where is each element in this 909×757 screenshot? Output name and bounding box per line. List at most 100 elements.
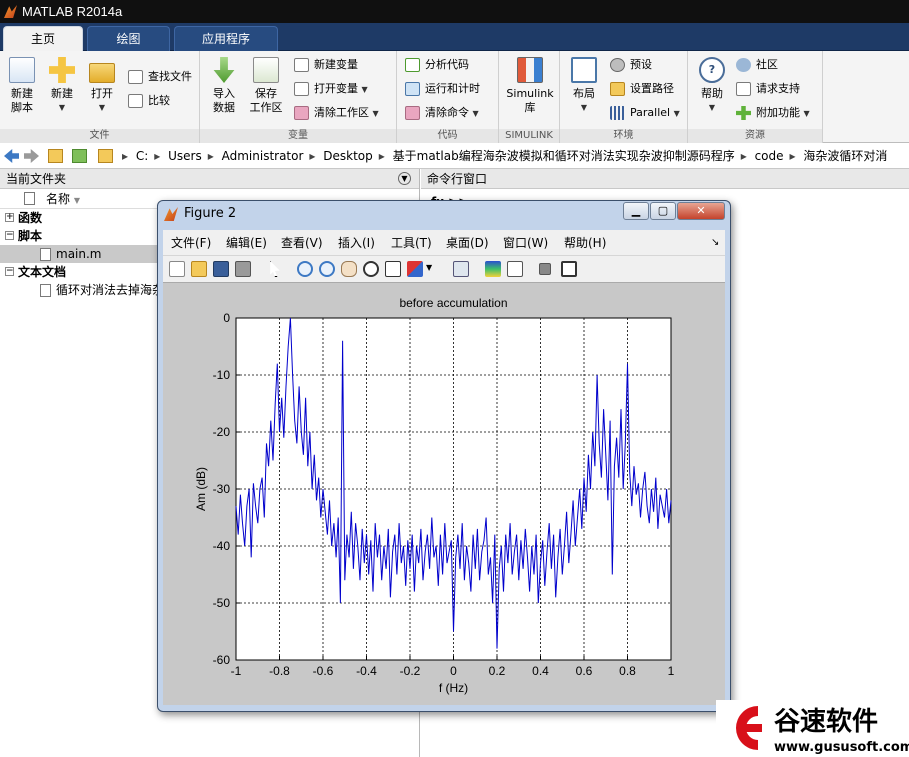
link-plot-icon[interactable] xyxy=(453,261,469,277)
environment-group: 布局 ▼ 预设 设置路径 Parallel ▼ 环境 xyxy=(560,51,688,143)
save-icon[interactable] xyxy=(213,261,229,277)
hide-plot-tools-icon[interactable] xyxy=(539,263,551,275)
text-file-icon xyxy=(40,284,51,297)
zoom-in-icon[interactable] xyxy=(297,261,313,277)
clear-workspace-icon xyxy=(294,106,309,120)
new-variable-button[interactable]: 新建变量 xyxy=(292,55,358,75)
maximize-button[interactable]: ▢ xyxy=(650,202,676,220)
compare-button[interactable]: 比较 xyxy=(126,91,170,111)
menu-insert[interactable]: 插入(I) xyxy=(338,230,375,256)
new-button[interactable]: 新建 ▼ xyxy=(40,55,84,127)
file-icon xyxy=(24,192,35,205)
menu-view[interactable]: 查看(V) xyxy=(281,230,323,256)
run-and-time-button[interactable]: 运行和计时 xyxy=(403,79,480,99)
collapse-icon[interactable]: − xyxy=(5,231,14,240)
x-tick-label: 0.2 xyxy=(489,664,506,678)
up-folder-icon[interactable] xyxy=(48,149,63,163)
print-icon[interactable] xyxy=(235,261,251,277)
x-tick-label: -1 xyxy=(231,664,242,678)
clear-commands-button[interactable]: 清除命令 ▼ xyxy=(403,103,479,123)
menu-dock-arrow-icon[interactable]: ↘ xyxy=(711,230,719,256)
zoom-out-icon[interactable] xyxy=(319,261,335,277)
new-figure-icon[interactable] xyxy=(169,261,185,277)
minimize-button[interactable]: ▁ xyxy=(623,202,649,220)
back-arrow-icon[interactable] xyxy=(4,149,19,163)
breadcrumb-item[interactable]: Desktop xyxy=(323,149,373,163)
chevron-down-icon: ▼ xyxy=(58,103,66,112)
y-tick-label: 0 xyxy=(223,311,230,325)
parallel-button[interactable]: Parallel ▼ xyxy=(608,103,680,123)
analyze-code-button[interactable]: 分析代码 xyxy=(403,55,469,75)
new-script-button[interactable]: 新建 脚本 xyxy=(0,55,44,127)
y-tick-label: -20 xyxy=(213,425,231,439)
menu-tools[interactable]: 工具(T) xyxy=(391,230,432,256)
figure-window: Figure 2 ▁ ▢ ✕ 文件(F) 编辑(E) 查看(V) 插入(I) 工… xyxy=(157,200,731,712)
simulink-library-button[interactable]: Simulink 库 xyxy=(505,55,555,127)
import-data-button[interactable]: 导入 数据 xyxy=(202,55,246,127)
x-tick-label: -0.2 xyxy=(400,664,421,678)
menu-help[interactable]: 帮助(H) xyxy=(564,230,606,256)
tab-plots[interactable]: 绘图 xyxy=(87,26,170,51)
panel-menu-icon[interactable]: ▼ xyxy=(398,172,411,185)
menu-file[interactable]: 文件(F) xyxy=(171,230,211,256)
chevron-down-icon[interactable]: ▼ xyxy=(426,263,432,272)
simulink-group-label: SIMULINK xyxy=(499,129,559,143)
add-ons-button[interactable]: 附加功能 ▼ xyxy=(734,103,810,123)
close-button[interactable]: ✕ xyxy=(677,202,725,220)
breadcrumb-item[interactable]: C: xyxy=(136,149,148,163)
rotate-3d-icon[interactable] xyxy=(363,261,379,277)
parallel-icon xyxy=(610,106,625,120)
chevron-down-icon: ▼ xyxy=(361,85,368,94)
menu-desktop[interactable]: 桌面(D) xyxy=(446,230,489,256)
layout-button[interactable]: 布局 ▼ xyxy=(562,55,606,127)
menu-edit[interactable]: 编辑(E) xyxy=(226,230,267,256)
breadcrumb-item[interactable]: 海杂波循环对消 xyxy=(803,149,887,163)
request-support-button[interactable]: 请求支持 xyxy=(734,79,800,99)
help-button[interactable]: ? 帮助 ▼ xyxy=(690,55,734,127)
tab-home[interactable]: 主页 xyxy=(3,26,83,51)
environment-group-label: 环境 xyxy=(560,129,687,143)
matlab-logo-icon xyxy=(164,207,178,221)
spectrum-plot[interactable]: -1 -0.8 -0.6 -0.4 -0.2 0 0.2 0.4 0.6 0.8 1 0 -10 -20 -… xyxy=(163,283,725,705)
y-tick-label: -10 xyxy=(213,368,231,382)
y-tick-label: -30 xyxy=(213,482,231,496)
community-button[interactable]: 社区 xyxy=(734,55,778,75)
breadcrumb-item[interactable]: Users xyxy=(168,149,202,163)
x-tick-label: -0.8 xyxy=(269,664,290,678)
x-tick-label: -0.6 xyxy=(313,664,334,678)
maximize-icon: ▢ xyxy=(657,204,669,217)
m-file-icon xyxy=(40,248,51,261)
forward-arrow-icon[interactable] xyxy=(24,149,39,163)
show-plot-tools-icon[interactable] xyxy=(561,261,577,277)
browse-folder-icon[interactable] xyxy=(72,149,87,163)
open-button[interactable]: 打开 ▼ xyxy=(80,55,124,127)
ribbon-toolstrip: 新建 脚本 新建 ▼ 打开 ▼ 查找文件 比较 文件 导入 数据 保存 工作区 … xyxy=(0,51,909,143)
folder-open-icon xyxy=(89,63,115,83)
x-axis-label: f (Hz) xyxy=(439,681,468,695)
layout-icon xyxy=(571,57,597,83)
colorbar-icon[interactable] xyxy=(485,261,501,277)
brush-icon[interactable] xyxy=(407,261,423,277)
open-variable-button[interactable]: 打开变量 ▼ xyxy=(292,79,368,99)
tab-apps[interactable]: 应用程序 xyxy=(174,26,278,51)
resources-group: ? 帮助 ▼ 社区 请求支持 附加功能 ▼ 资源 xyxy=(688,51,823,143)
expand-icon[interactable]: + xyxy=(5,213,14,222)
open-file-icon[interactable] xyxy=(191,261,207,277)
collapse-icon[interactable]: − xyxy=(5,267,14,276)
pan-hand-icon[interactable] xyxy=(341,261,357,277)
new-plus-icon xyxy=(49,57,75,83)
pointer-icon[interactable] xyxy=(270,261,280,277)
breadcrumb-item[interactable]: 基于matlab编程海杂波模拟和循环对消法实现杂波抑制源码程序 xyxy=(393,149,735,163)
data-cursor-icon[interactable] xyxy=(385,261,401,277)
breadcrumb-item[interactable]: code xyxy=(755,149,784,163)
set-path-button[interactable]: 设置路径 xyxy=(608,79,674,99)
y-tick-label: -60 xyxy=(213,653,231,667)
menu-window[interactable]: 窗口(W) xyxy=(503,230,548,256)
preferences-button[interactable]: 预设 xyxy=(608,55,652,75)
find-files-button[interactable]: 查找文件 xyxy=(126,67,192,87)
clear-workspace-button[interactable]: 清除工作区 ▼ xyxy=(292,103,379,123)
breadcrumb-item[interactable]: Administrator xyxy=(222,149,304,163)
save-workspace-button[interactable]: 保存 工作区 xyxy=(244,55,288,127)
legend-icon[interactable] xyxy=(507,261,523,277)
minimize-icon: ▁ xyxy=(631,204,641,217)
